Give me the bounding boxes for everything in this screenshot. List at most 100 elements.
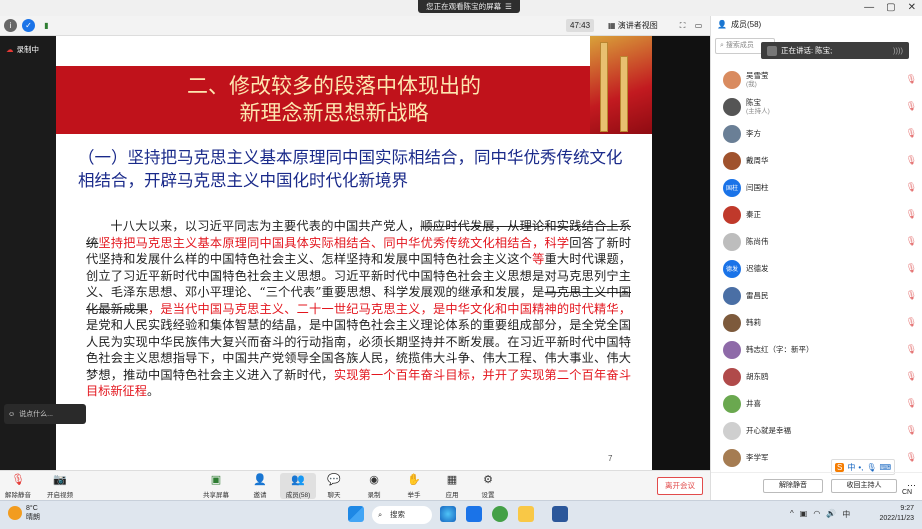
wechat-icon[interactable] (492, 506, 508, 522)
mic-muted-icon[interactable]: 🎙 (906, 182, 917, 193)
members-button[interactable]: 👥 成员(58) (280, 473, 316, 499)
raise-hand-button[interactable]: ✋ 举手 (396, 473, 432, 499)
info-icon[interactable]: i (4, 19, 17, 32)
mic-muted-icon[interactable]: 🎙 (906, 236, 917, 247)
member-avatar: 德发 (723, 259, 741, 278)
taskbar-clock[interactable]: 9:27 2022/11/23 (879, 504, 914, 524)
member-row[interactable]: 陈宝 (主持人) 🎙 (711, 93, 922, 120)
chat-input[interactable]: ☺ 说点什么... (4, 404, 86, 424)
mic-muted-icon[interactable]: 🎙 (906, 290, 917, 301)
search-icon: ⌕ (720, 42, 724, 49)
fullscreen-icon[interactable]: ⛶ (676, 19, 689, 32)
word-icon[interactable] (552, 506, 568, 522)
invite-label: 邀请 (253, 492, 267, 499)
signal-icon[interactable]: ▮ (40, 19, 53, 32)
screen-sharing-banner[interactable]: 您正在观看陈宝的屏幕 ☰ (418, 0, 520, 13)
member-name-text: 闫国柱 (746, 183, 769, 192)
mic-muted-icon[interactable]: 🎙 (906, 344, 917, 355)
member-row[interactable]: 国柱 闫国柱 🎙 (711, 174, 922, 201)
taskbar-search-label: 搜索 (390, 510, 405, 519)
video-label: 开启视频 (47, 492, 73, 499)
sun-icon (8, 506, 22, 520)
member-row[interactable]: 德发 迟德发 🎙 (711, 255, 922, 282)
wifi-icon[interactable]: ◠ (813, 509, 820, 520)
file-explorer-icon[interactable] (518, 506, 534, 522)
record-button[interactable]: ◉ 录制 (356, 473, 392, 499)
mic-muted-icon[interactable]: 🎙 (906, 317, 917, 328)
member-row[interactable]: 李方 🎙 (711, 120, 922, 147)
member-row[interactable]: 韩莉 🎙 (711, 309, 922, 336)
taskbar-search[interactable]: ⌕ 搜索 (372, 506, 432, 524)
weather-widget[interactable]: 8°C 晴朗 (8, 504, 40, 522)
members-panel: 👤 成员(58) ⌕ 搜索成员 正在讲话: 陈宝; )))) 吴雪莹 (我) 🎙 陈宝… (710, 16, 922, 500)
ime-tray-icon[interactable]: 中 (842, 509, 850, 520)
member-row[interactable]: 秦正 🎙 (711, 201, 922, 228)
speaking-indicator: 正在讲话: 陈宝; )))) (761, 42, 909, 59)
member-row[interactable]: 开心就是幸福 🎙 (711, 417, 922, 444)
member-avatar (723, 232, 741, 251)
chevron-up-icon[interactable]: ^ (790, 509, 794, 520)
unmute-all-button[interactable]: 解除静音 (763, 479, 823, 493)
panel-title: 👤 成员(58) (717, 19, 761, 30)
settings-button[interactable]: ⚙ 设置 (470, 473, 506, 499)
more-icon[interactable]: ☰ (505, 2, 512, 11)
mic-muted-icon[interactable]: 🎙 (906, 452, 917, 463)
slide-body: 十八大以来，以习近平同志为主要代表的中国共产党人，顺应时代发展，从理论和实践结合… (86, 218, 631, 400)
member-row[interactable]: 吴雪莹 (我) 🎙 (711, 66, 922, 93)
windows-taskbar: 8°C 晴朗 ⌕ 搜索 ^ ▣ ◠ 🔊 中 9:27 2022/11/23 CN (0, 489, 922, 529)
record-label: 录制 (367, 492, 381, 499)
mic-muted-icon[interactable]: 🎙 (906, 74, 917, 85)
record-icon: ◉ (369, 474, 379, 486)
member-row[interactable]: 雷昌民 🎙 (711, 282, 922, 309)
edge-icon[interactable] (440, 506, 456, 522)
view-mode-button[interactable]: ▦ 演讲者视图 (604, 19, 662, 32)
member-name: 雷昌民 (746, 291, 769, 300)
video-button[interactable]: 📷 开启视频 (42, 473, 78, 499)
mic-muted-icon[interactable]: 🎙 (906, 155, 917, 166)
shield-icon[interactable]: ✓ (22, 19, 35, 32)
panel-footer: 解除静音 收回主持人 ··· (711, 472, 922, 500)
member-row[interactable]: 井喜 🎙 (711, 390, 922, 417)
mic-muted-icon[interactable]: 🎙 (906, 101, 917, 112)
punctuation-icon: •, (858, 462, 864, 472)
speaker-icon[interactable]: 🔊 (826, 509, 836, 520)
member-avatar (723, 205, 741, 224)
members-label: 成员(58) (285, 492, 311, 499)
close-icon[interactable]: ✕ (908, 2, 916, 13)
mic-muted-icon[interactable]: 🎙 (906, 425, 917, 436)
maximize-icon[interactable]: ▢ (886, 2, 895, 13)
app-tray-icon[interactable]: ▣ (800, 509, 808, 520)
member-row[interactable]: 戴周华 🎙 (711, 147, 922, 174)
member-avatar (723, 124, 741, 143)
language-indicator[interactable]: CN (902, 489, 912, 496)
apps-button[interactable]: ▦ 应用 (434, 473, 470, 499)
share-screen-button[interactable]: ▣ 共享屏幕 (198, 473, 234, 499)
reclaim-host-button[interactable]: 收回主持人 (831, 479, 897, 493)
mic-muted-icon[interactable]: 🎙 (906, 263, 917, 274)
member-name-text: 韩志红（字：新平） (746, 345, 814, 354)
slide-page-number: 7 (608, 454, 613, 463)
chat-button[interactable]: 💬 聊天 (316, 473, 352, 499)
mic-muted-icon[interactable]: 🎙 (906, 398, 917, 409)
member-row[interactable]: 陈尚伟 🎙 (711, 228, 922, 255)
member-row[interactable]: 胡东鸥 🎙 (711, 363, 922, 390)
invite-icon: 👤 (253, 474, 267, 486)
layout-icon[interactable]: ▭ (692, 19, 705, 32)
recording-indicator[interactable]: ☁ 录制中 (6, 44, 39, 55)
start-icon[interactable] (348, 506, 364, 522)
emoji-icon[interactable]: ☺ (8, 411, 15, 418)
minimize-icon[interactable]: — (864, 2, 874, 13)
member-avatar (723, 340, 741, 359)
unmute-button[interactable]: 🎙 解除静音 (0, 473, 36, 499)
member-avatar (723, 448, 741, 467)
member-row[interactable]: 韩志红（字：新平） 🎙 (711, 336, 922, 363)
meeting-app-icon[interactable] (466, 506, 482, 522)
invite-button[interactable]: 👤 邀请 (242, 473, 278, 499)
member-name-text: 吴雪莹 (746, 70, 769, 80)
mic-muted-icon[interactable]: 🎙 (906, 209, 917, 220)
leave-meeting-button[interactable]: 离开会议 (657, 477, 703, 495)
mic-muted-icon[interactable]: 🎙 (906, 371, 917, 382)
mic-muted-icon[interactable]: 🎙 (906, 128, 917, 139)
member-name-text: 胡东鸥 (746, 372, 769, 381)
member-avatar (723, 286, 741, 305)
